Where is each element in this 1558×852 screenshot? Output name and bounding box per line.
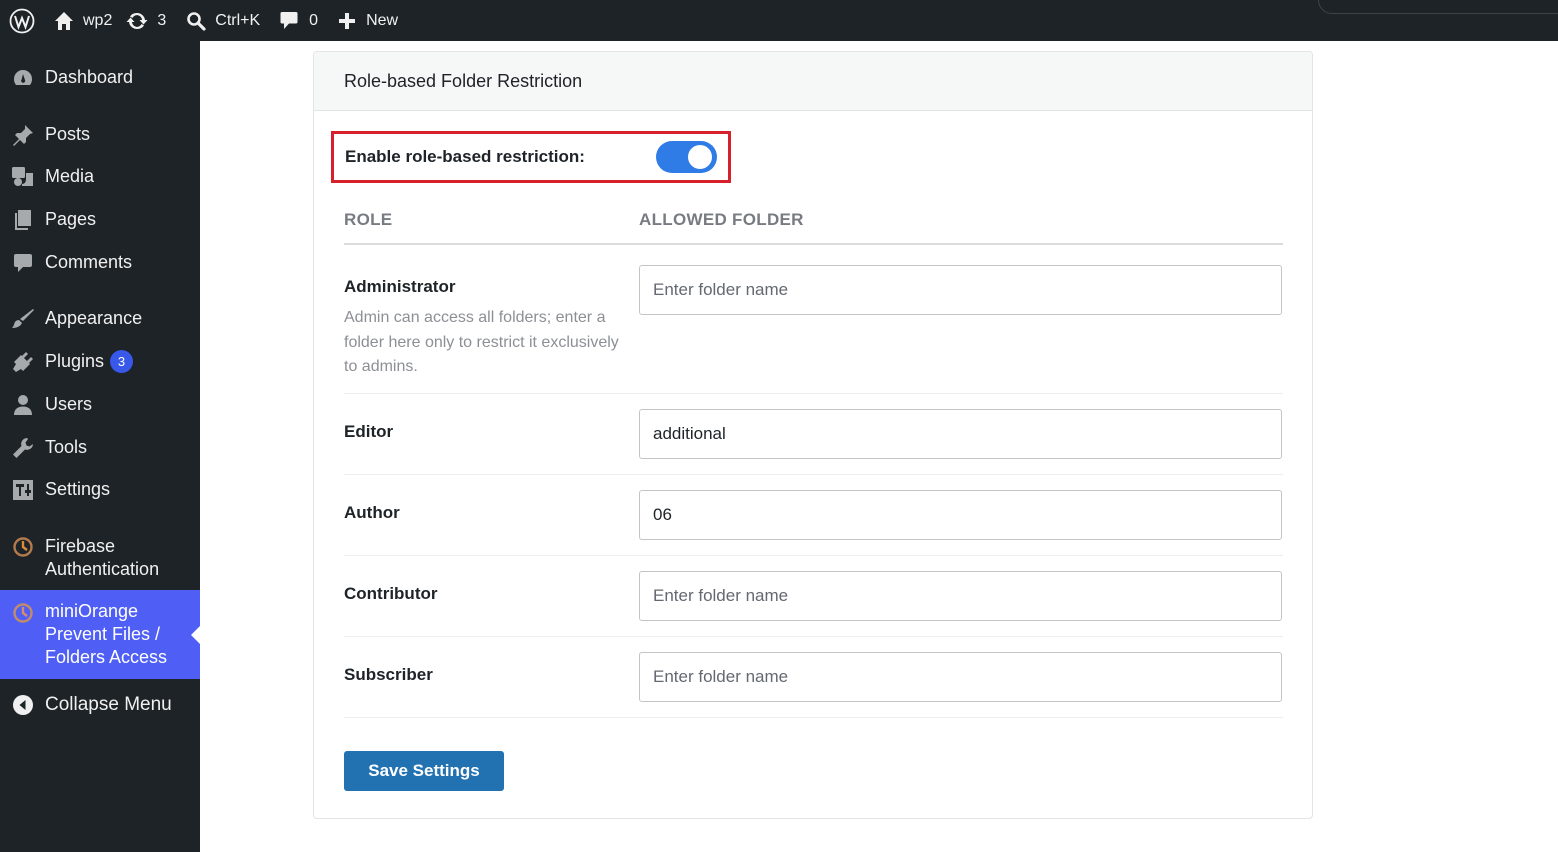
plugin-icon: [11, 350, 35, 374]
dashboard-icon: [11, 66, 35, 90]
sidebar-item-label: Users: [45, 394, 93, 414]
folder-input-contributor[interactable]: [639, 571, 1282, 621]
media-icon: [11, 165, 35, 189]
admin-bar: wp2 3 Ctrl+K 0 New: [0, 0, 1558, 41]
sidebar-item-media[interactable]: Media: [0, 165, 200, 188]
plus-icon: [339, 12, 356, 29]
firebase-icon: [11, 535, 35, 559]
row-divider: [344, 555, 1283, 556]
sidebar-item-pages[interactable]: Pages: [0, 208, 200, 231]
row-divider: [344, 474, 1283, 475]
save-settings-button[interactable]: Save Settings: [344, 751, 504, 791]
role-description-administrator: Admin can access all folders; enter a fo…: [344, 309, 619, 375]
pages-icon: [11, 208, 35, 232]
role-name-author: Author: [344, 503, 400, 522]
table-header-divider: [344, 243, 1283, 245]
row-divider: [344, 717, 1283, 718]
site-name-link[interactable]: wp2: [44, 0, 126, 41]
wrench-icon: [11, 436, 35, 460]
site-name: wp2: [83, 11, 113, 29]
comments-count: 0: [309, 11, 319, 29]
settings-icon: [11, 478, 35, 502]
role-name-administrator: Administrator: [344, 277, 456, 296]
sidebar-item-label: Collapse Menu: [45, 694, 172, 715]
admin-bar-corner-decoration: [1318, 0, 1558, 14]
comments-link[interactable]: 0: [280, 0, 338, 41]
sidebar-item-label: Posts: [45, 124, 91, 144]
updates-count: 3: [157, 11, 167, 29]
collapse-menu-button[interactable]: Collapse Menu: [0, 693, 200, 716]
search-icon: [187, 11, 206, 31]
folder-input-administrator[interactable]: [639, 265, 1282, 315]
wordpress-logo-icon: [9, 8, 35, 33]
sidebar-item-firebase-authentication[interactable]: Firebase Authentication: [0, 535, 200, 581]
role-name-contributor: Contributor: [344, 584, 438, 603]
role-restriction-panel: Role-based Folder Restriction Enable rol…: [313, 51, 1313, 819]
role-column-header: ROLE: [344, 210, 393, 229]
collapse-icon: [11, 693, 35, 717]
sidebar-item-tools[interactable]: Tools: [0, 436, 200, 459]
wordpress-logo-button[interactable]: [0, 0, 44, 41]
sidebar-item-comments[interactable]: Comments: [0, 251, 200, 274]
sidebar-item-miniorange-prevent-files[interactable]: miniOrange Prevent Files / Folders Acces…: [0, 590, 200, 679]
role-name-subscriber: Subscriber: [344, 665, 433, 684]
admin-sidebar: Dashboard Posts Media Pages Comments App…: [0, 41, 200, 852]
comment-icon: [11, 251, 35, 275]
sidebar-item-users[interactable]: Users: [0, 393, 200, 416]
sidebar-item-settings[interactable]: Settings: [0, 478, 200, 501]
sidebar-item-label: Pages: [45, 209, 97, 229]
sidebar-item-label: Appearance: [45, 308, 143, 328]
sidebar-item-dashboard[interactable]: Dashboard: [0, 66, 200, 89]
search-shortcut: Ctrl+K: [215, 11, 261, 29]
row-divider: [344, 636, 1283, 637]
enable-restriction-row: Enable role-based restriction:: [331, 131, 731, 183]
panel-title: Role-based Folder Restriction: [344, 70, 583, 91]
folder-input-editor[interactable]: [639, 409, 1282, 459]
miniorange-icon: [11, 601, 35, 625]
sidebar-item-label: Media: [45, 166, 95, 186]
sidebar-item-label: Comments: [45, 252, 133, 272]
panel-header: Role-based Folder Restriction: [314, 52, 1312, 111]
current-menu-arrow: [191, 626, 200, 644]
refresh-icon: [126, 12, 148, 29]
comment-icon: [280, 11, 298, 29]
sidebar-item-label: Plugins 3: [45, 350, 134, 373]
updates-link[interactable]: 3: [126, 0, 186, 41]
row-divider: [344, 393, 1283, 394]
new-label: New: [366, 11, 399, 29]
allowed-folder-column-header: ALLOWED FOLDER: [639, 210, 804, 229]
pin-icon: [11, 123, 35, 147]
user-icon: [11, 393, 35, 417]
brush-icon: [11, 307, 35, 331]
sidebar-item-appearance[interactable]: Appearance: [0, 307, 200, 330]
plugins-update-badge: 3: [110, 350, 134, 373]
home-icon: [55, 11, 73, 30]
sidebar-item-label: Firebase Authentication: [45, 536, 160, 579]
toggle-knob: [688, 145, 712, 169]
sidebar-item-label: miniOrange Prevent Files / Folders Acces…: [45, 601, 168, 667]
new-content-link[interactable]: New: [338, 0, 398, 41]
folder-input-subscriber[interactable]: [639, 652, 1282, 702]
sidebar-item-label: Dashboard: [45, 67, 134, 87]
enable-restriction-label: Enable role-based restriction:: [345, 147, 585, 166]
sidebar-item-posts[interactable]: Posts: [0, 123, 200, 146]
plugins-label-text: Plugins: [45, 351, 105, 371]
folder-input-author[interactable]: [639, 490, 1282, 540]
sidebar-item-label: Settings: [45, 479, 111, 499]
search-link[interactable]: Ctrl+K: [186, 0, 280, 41]
sidebar-item-label: Tools: [45, 437, 88, 457]
role-name-editor: Editor: [344, 422, 394, 441]
enable-restriction-toggle[interactable]: [656, 141, 717, 173]
sidebar-item-plugins[interactable]: Plugins 3: [0, 350, 200, 373]
